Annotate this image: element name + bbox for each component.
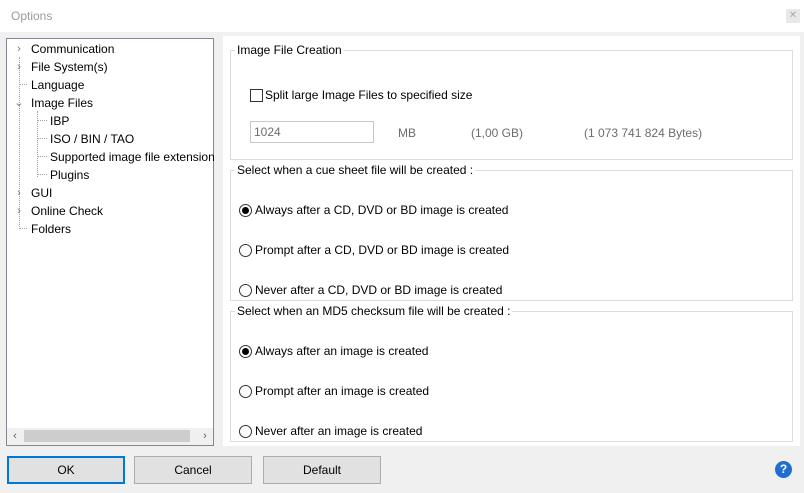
cue-never-radio[interactable] [239,284,252,297]
chevron-right-icon[interactable]: › [13,184,25,202]
tree-item-label: Online Check [31,204,104,218]
md5-group: Select when an MD5 checksum file will be… [230,304,793,442]
cancel-button[interactable]: Cancel [134,456,252,484]
cue-prompt-label[interactable]: Prompt after a CD, DVD or BD image is cr… [255,243,509,257]
tree-connector-line [37,156,47,157]
group-legend: Select when an MD5 checksum file will be… [237,304,511,318]
tree-item-label: Folders [31,222,72,236]
options-tree[interactable]: › Communication › File System(s) Languag… [6,38,215,446]
md5-prompt-label[interactable]: Prompt after an image is created [255,384,429,398]
size-bytes: (1 073 741 824 Bytes) [584,126,703,140]
tree-item-label: GUI [31,186,53,200]
tree-connector-line [37,138,47,139]
md5-always-radio[interactable] [239,345,252,358]
close-icon[interactable]: ✕ [786,9,800,23]
help-icon[interactable]: ? [775,461,792,478]
cue-always-radio[interactable] [239,204,252,217]
cue-always-label[interactable]: Always after a CD, DVD or BD image is cr… [255,203,508,217]
md5-prompt-radio[interactable] [239,385,252,398]
image-file-creation-group: Image File Creation Split large Image Fi… [230,43,793,160]
md5-always-label[interactable]: Always after an image is created [255,344,428,358]
split-checkbox[interactable] [250,89,263,102]
tree-connector-line [37,120,47,121]
group-legend: Select when a cue sheet file will be cre… [237,163,474,177]
split-checkbox-label[interactable]: Split large Image Files to specified siz… [265,88,472,102]
chevron-right-icon[interactable]: › [13,40,25,58]
tree-item-label: Supported image file extension [50,150,215,164]
cue-never-label[interactable]: Never after a CD, DVD or BD image is cre… [255,283,502,297]
scrollbar-thumb[interactable] [24,430,190,442]
tree-connector-line [19,84,27,85]
title-bar: Options ✕ [0,0,804,32]
md5-never-radio[interactable] [239,425,252,438]
group-legend: Image File Creation [237,43,342,57]
cue-prompt-radio[interactable] [239,244,252,257]
tree-connector-line [19,228,27,229]
settings-panel: Image File Creation Split large Image Fi… [223,36,800,446]
tree-item-label: ISO / BIN / TAO [50,132,135,146]
tree-item-label: File System(s) [31,60,108,74]
scroll-right-icon[interactable]: › [197,429,213,444]
tree-item-label: Communication [31,42,115,56]
scroll-left-icon[interactable]: ‹ [7,429,23,444]
chevron-down-icon[interactable]: ⌄ [13,94,25,112]
tree-item-label: Language [31,78,85,92]
md5-never-label[interactable]: Never after an image is created [255,424,422,438]
window-title: Options [11,9,53,23]
chevron-right-icon[interactable]: › [13,202,25,220]
cue-sheet-group: Select when a cue sheet file will be cre… [230,163,793,301]
tree-item-label: Image Files [31,96,94,110]
horizontal-scrollbar[interactable]: ‹ › [7,428,213,445]
tree-item-label: Plugins [50,168,90,182]
chevron-right-icon[interactable]: › [13,58,25,76]
tree-item-label: IBP [50,114,70,128]
size-input[interactable]: 1024 [250,121,374,143]
size-unit: MB [398,126,416,140]
tree-connector-line [37,174,47,175]
ok-button[interactable]: OK [7,456,125,484]
default-button[interactable]: Default [263,456,381,484]
size-gb: (1,00 GB) [471,126,524,140]
